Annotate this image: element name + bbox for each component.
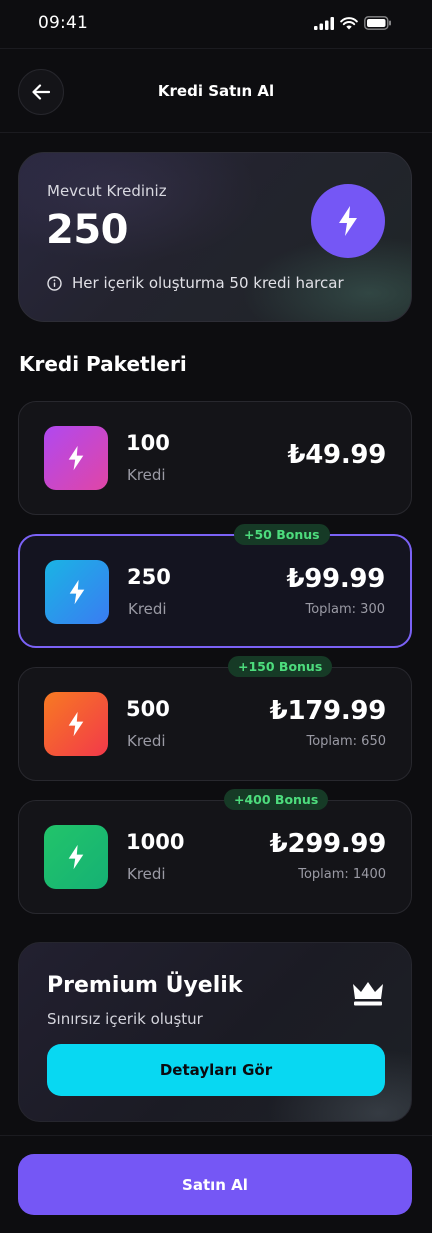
package-card-100[interactable]: 100 Kredi ₺49.99 (18, 401, 412, 515)
package-card-1000[interactable]: +400 Bonus 1000 Kredi ₺299.99 Toplam: 14… (18, 789, 412, 914)
package-icon-tile (44, 825, 108, 889)
package-unit: Kredi (127, 732, 166, 750)
premium-subtitle: Sınırsız içerik oluştur (47, 1010, 203, 1028)
credit-badge (311, 184, 385, 258)
status-time: 09:41 (38, 13, 88, 33)
credit-value: 250 (46, 207, 129, 253)
bonus-badge: +50 Bonus (234, 524, 330, 545)
footer-divider (0, 1135, 432, 1136)
premium-details-button[interactable]: Detayları Gör (47, 1044, 385, 1096)
credit-info: Her içerik oluşturma 50 kredi harcar (47, 274, 344, 292)
package-unit: Kredi (128, 600, 167, 618)
status-divider (0, 48, 432, 49)
package-total: Toplam: 300 (305, 602, 385, 617)
package-total: Toplam: 1400 (298, 867, 386, 882)
lightning-icon (68, 844, 84, 870)
current-credit-card: Mevcut Krediniz 250 Her içerik oluşturma… (18, 152, 412, 322)
package-amount: 1000 (126, 830, 185, 854)
premium-title: Premium Üyelik (47, 973, 243, 998)
package-amount: 100 (126, 431, 170, 455)
package-icon-tile (44, 426, 108, 490)
package-price: ₺49.99 (287, 440, 386, 470)
page-title: Kredi Satın Al (157, 82, 275, 100)
package-amount: 500 (126, 697, 170, 721)
package-unit: Kredi (127, 466, 166, 484)
package-total: Toplam: 650 (306, 734, 386, 749)
package-unit: Kredi (127, 865, 166, 883)
arrow-left-icon (32, 84, 50, 100)
package-icon-tile (44, 692, 108, 756)
lightning-icon (68, 445, 84, 471)
credit-label: Mevcut Krediniz (47, 182, 167, 200)
package-amount: 250 (127, 565, 171, 589)
header-divider (0, 132, 432, 133)
status-icons (314, 16, 392, 30)
lightning-icon (68, 711, 84, 737)
back-button[interactable] (18, 69, 64, 115)
info-icon (47, 275, 62, 291)
bonus-badge: +400 Bonus (224, 789, 329, 810)
lightning-icon (69, 579, 85, 605)
section-title-packages: Kredi Paketleri (19, 352, 187, 376)
premium-card: Premium Üyelik Sınırsız içerik oluştur D… (18, 942, 412, 1122)
buy-button[interactable]: Satın Al (18, 1154, 412, 1215)
crown-icon (353, 982, 383, 1006)
header: Kredi Satın Al (0, 66, 432, 116)
bonus-badge: +150 Bonus (228, 656, 333, 677)
package-price: ₺99.99 (286, 564, 385, 594)
battery-icon (364, 16, 391, 30)
package-price: ₺299.99 (269, 829, 387, 859)
credit-info-text: Her içerik oluşturma 50 kredi harcar (72, 274, 344, 292)
package-price: ₺179.99 (269, 696, 387, 726)
status-bar: 09:41 (0, 0, 432, 46)
signal-icon (314, 16, 334, 30)
wifi-icon (340, 16, 358, 29)
package-card-500[interactable]: +150 Bonus 500 Kredi ₺179.99 Toplam: 650 (18, 656, 412, 781)
package-card-250[interactable]: +50 Bonus 250 Kredi ₺99.99 Toplam: 300 (18, 524, 412, 648)
package-icon-tile (45, 560, 109, 624)
lightning-icon (339, 206, 357, 236)
